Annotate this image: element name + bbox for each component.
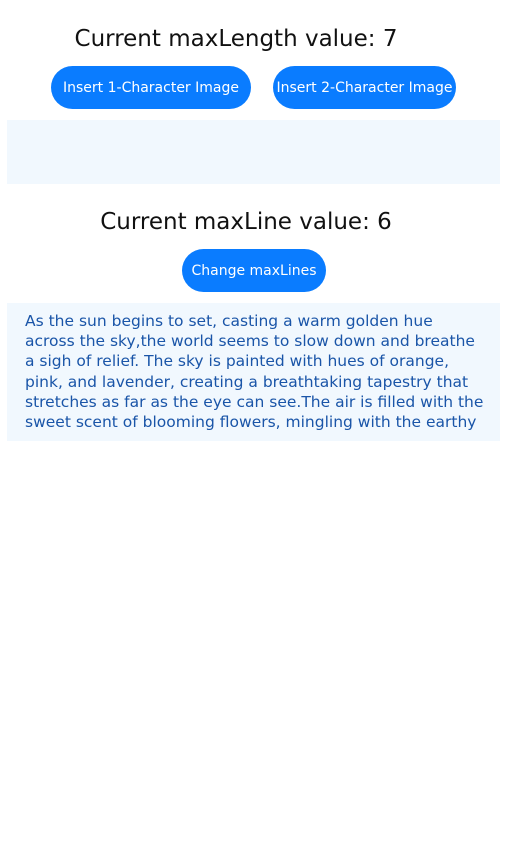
maxline-rich-editor[interactable]: As the sun begins to set, casting a warm… xyxy=(7,303,500,441)
maxlength-title: Current maxLength value: 7 xyxy=(74,26,398,52)
insert-2-character-image-button[interactable]: Insert 2-Character Image xyxy=(273,66,456,109)
insert-1-character-image-button[interactable]: Insert 1-Character Image xyxy=(51,66,251,109)
maxline-title: Current maxLine value: 6 xyxy=(100,209,392,235)
maxline-editor-content: As the sun begins to set, casting a warm… xyxy=(25,312,484,432)
change-maxlines-button[interactable]: Change maxLines xyxy=(182,249,326,292)
maxlength-rich-editor[interactable] xyxy=(7,120,500,184)
